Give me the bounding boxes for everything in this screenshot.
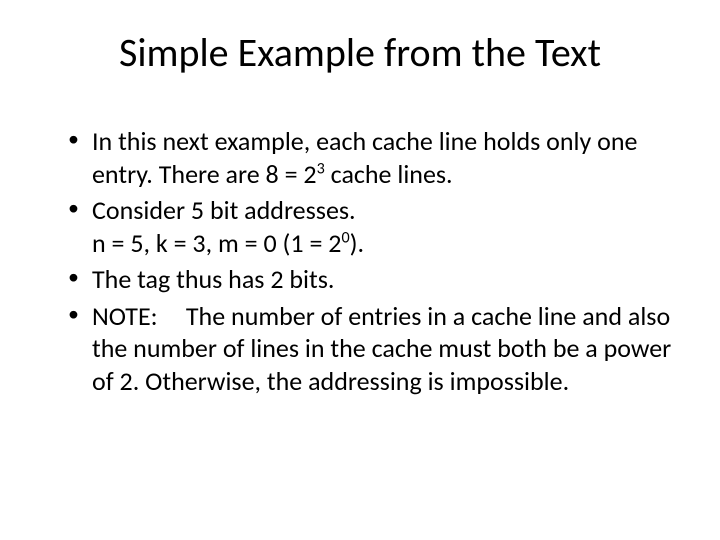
bullet-item: The tag thus has 2 bits.	[68, 263, 680, 296]
bullet-text: cache lines.	[325, 158, 453, 190]
slide-title: Simple Example from the Text	[40, 28, 680, 77]
bullet-item: Consider 5 bit addresses. n = 5, k = 3, …	[68, 194, 680, 259]
note-label: NOTE:	[92, 300, 180, 333]
bullet-text: The tag thus has 2 bits.	[92, 263, 334, 295]
superscript: 0	[341, 228, 349, 247]
bullet-item: NOTE: The number of entries in a cache l…	[68, 300, 680, 398]
bullet-list: In this next example, each cache line ho…	[40, 125, 680, 397]
bullet-text: n = 5, k = 3, m = 0 (1 = 2	[92, 227, 341, 259]
bullet-text: ).	[350, 227, 364, 259]
bullet-item: In this next example, each cache line ho…	[68, 125, 680, 190]
bullet-text: Consider 5 bit addresses.	[92, 194, 356, 226]
superscript: 3	[317, 159, 325, 178]
